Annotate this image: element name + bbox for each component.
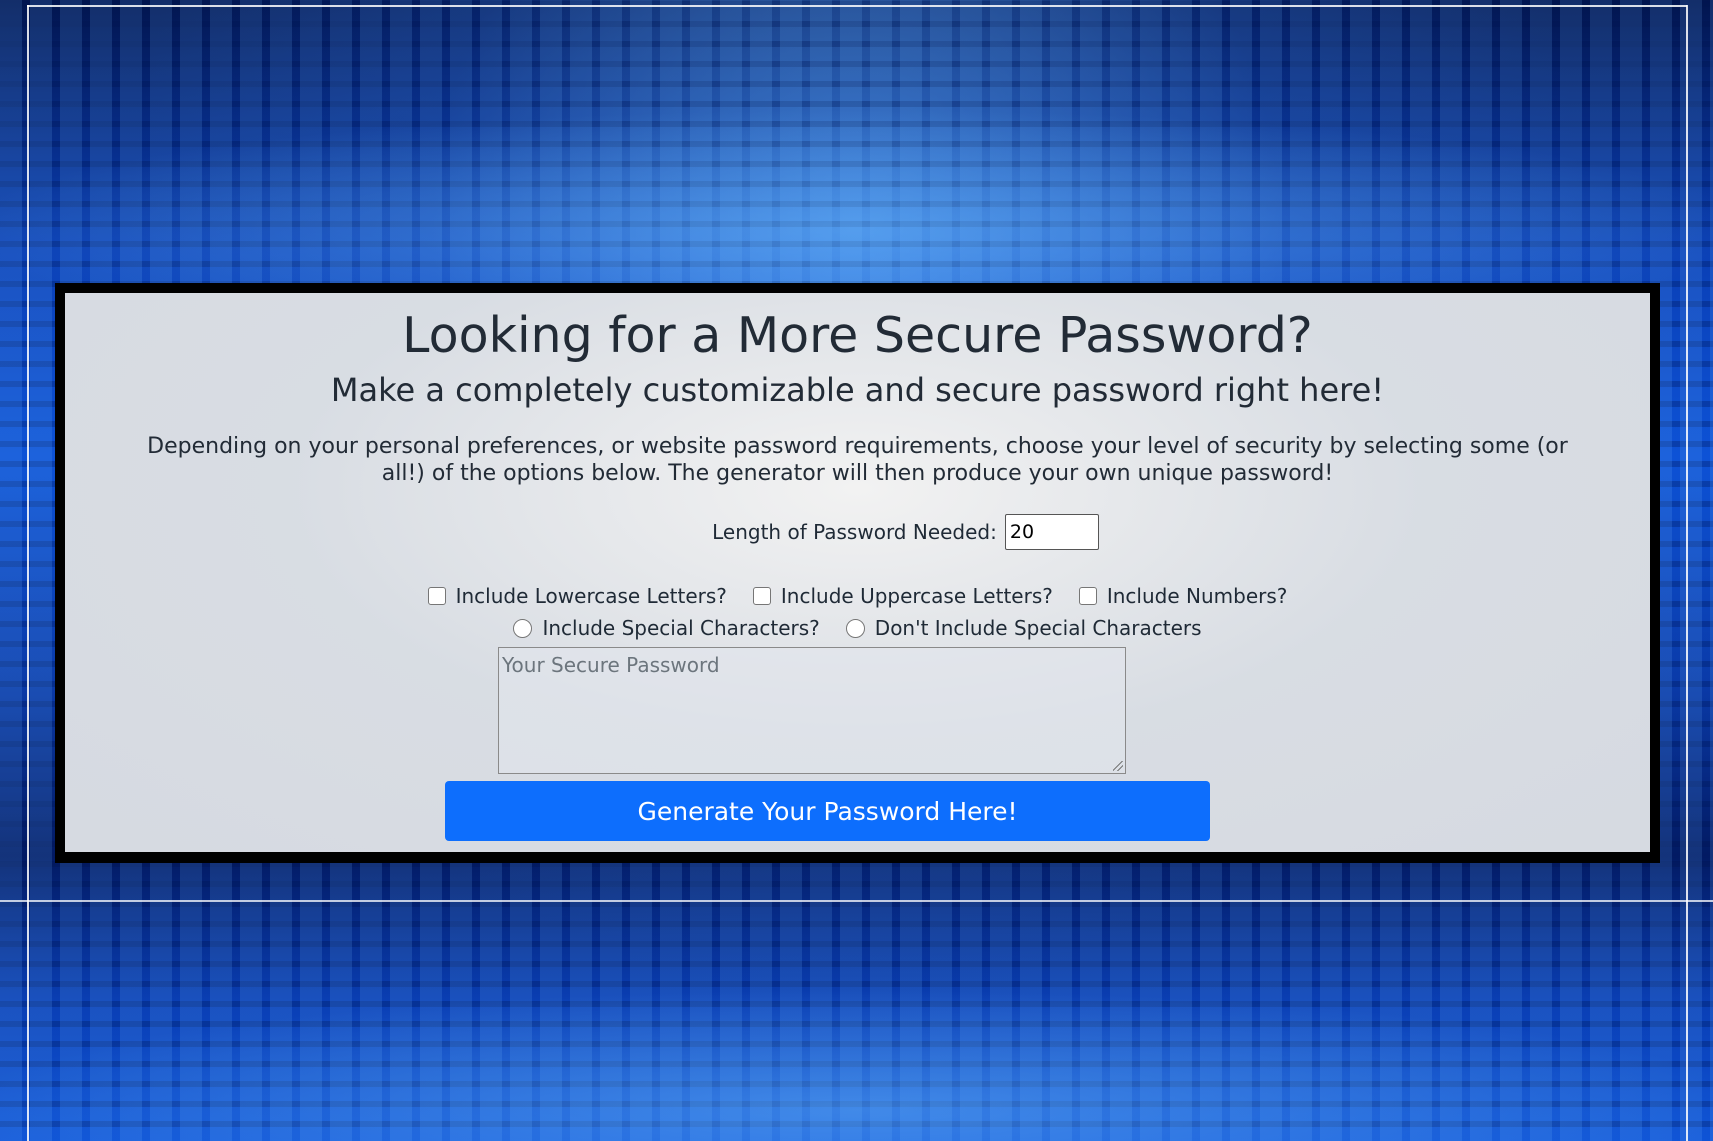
frame-line-left bbox=[27, 5, 29, 1141]
password-output-textarea[interactable]: Your Secure Password bbox=[498, 647, 1126, 774]
lowercase-checkbox[interactable] bbox=[427, 587, 446, 605]
numbers-checkbox[interactable] bbox=[1078, 587, 1097, 605]
length-label: Length of Password Needed: bbox=[712, 520, 997, 544]
radio-options-row: Include Special Characters? Don't Includ… bbox=[65, 614, 1650, 642]
length-row: Length of Password Needed: bbox=[65, 513, 1650, 551]
special-no-label: Don't Include Special Characters bbox=[874, 616, 1202, 640]
numbers-label: Include Numbers? bbox=[1106, 584, 1288, 608]
option-uppercase[interactable]: Include Uppercase Letters? bbox=[752, 582, 1053, 610]
frame-line-middle bbox=[0, 900, 1713, 902]
length-input[interactable] bbox=[1004, 514, 1099, 550]
generate-password-button[interactable]: Generate Your Password Here! bbox=[445, 781, 1210, 841]
option-special-yes[interactable]: Include Special Characters? bbox=[513, 614, 820, 642]
page-subtitle: Make a completely customizable and secur… bbox=[330, 371, 1385, 409]
password-generator-card: Looking for a More Secure Password? Make… bbox=[65, 293, 1650, 852]
special-no-radio[interactable] bbox=[845, 618, 865, 638]
uppercase-label: Include Uppercase Letters? bbox=[780, 584, 1053, 608]
resize-grip-icon[interactable] bbox=[1113, 761, 1123, 771]
page-description: Depending on your personal preferences, … bbox=[147, 434, 1568, 486]
checkbox-options-row: Include Lowercase Letters? Include Upper… bbox=[65, 582, 1650, 610]
frame-line-top bbox=[27, 5, 1687, 7]
option-lowercase[interactable]: Include Lowercase Letters? bbox=[427, 582, 727, 610]
special-yes-radio[interactable] bbox=[513, 618, 533, 638]
option-special-no[interactable]: Don't Include Special Characters bbox=[845, 614, 1202, 642]
special-yes-label: Include Special Characters? bbox=[542, 616, 820, 640]
page-title: Looking for a More Secure Password? bbox=[402, 307, 1313, 364]
option-numbers[interactable]: Include Numbers? bbox=[1078, 582, 1288, 610]
lowercase-label: Include Lowercase Letters? bbox=[455, 584, 727, 608]
password-output-placeholder: Your Secure Password bbox=[502, 653, 720, 677]
uppercase-checkbox[interactable] bbox=[752, 587, 771, 605]
frame-line-right bbox=[1686, 5, 1688, 1141]
